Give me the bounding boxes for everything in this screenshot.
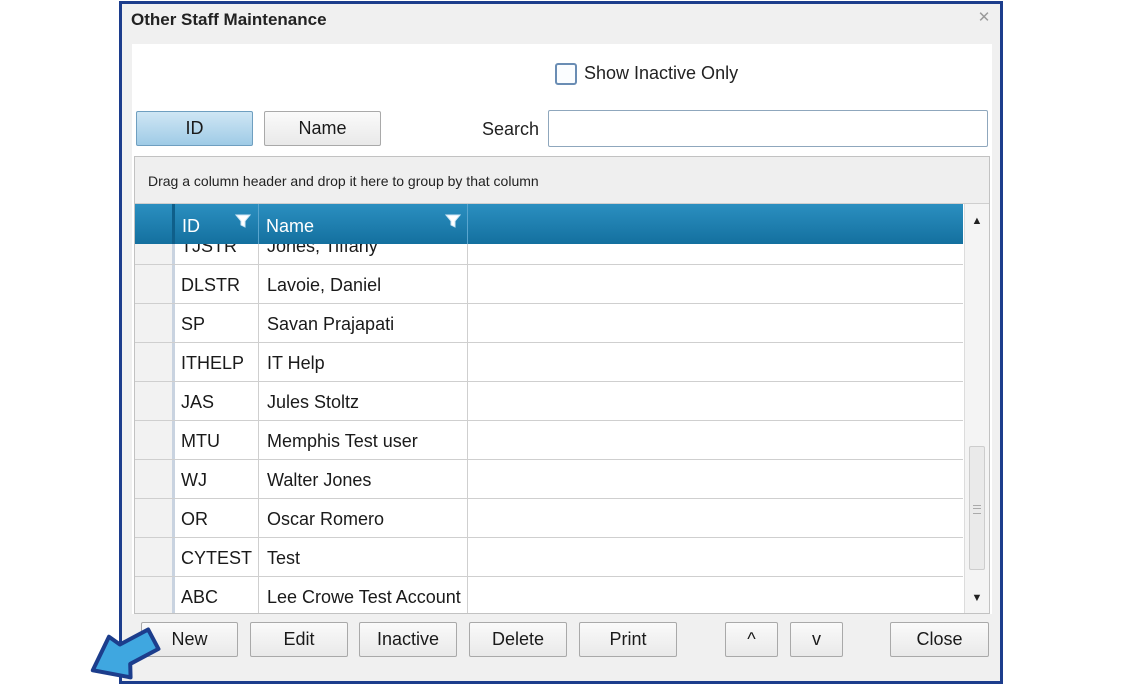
row-indicator[interactable] xyxy=(135,499,175,537)
row-indicator[interactable] xyxy=(135,538,175,576)
cell-id[interactable]: ITHELP xyxy=(175,343,259,381)
table-row[interactable]: SP Savan Prajapati xyxy=(135,304,963,343)
sort-by-id-button[interactable]: ID xyxy=(136,111,253,146)
grid-body: TJSTR Jones, Tiffany DLSTR Lavoie, Danie… xyxy=(135,244,963,613)
scroll-down-icon[interactable]: ▼ xyxy=(965,587,989,609)
cell-name[interactable]: Lee Crowe Test Account xyxy=(259,577,468,613)
move-down-button[interactable]: v xyxy=(790,622,843,657)
cell-id[interactable]: SP xyxy=(175,304,259,342)
row-indicator[interactable] xyxy=(135,304,175,342)
row-indicator[interactable] xyxy=(135,265,175,303)
cell-name[interactable]: Savan Prajapati xyxy=(259,304,468,342)
delete-button[interactable]: Delete xyxy=(469,622,567,657)
column-header-filler xyxy=(468,204,963,244)
show-inactive-checkbox[interactable] xyxy=(555,63,577,85)
row-indicator[interactable] xyxy=(135,382,175,420)
funnel-icon[interactable] xyxy=(235,213,251,229)
title-bar: Other Staff Maintenance ✕ xyxy=(122,4,1000,36)
grid-vertical-scrollbar[interactable]: ▲ ▼ xyxy=(964,204,989,613)
search-input[interactable] xyxy=(548,110,988,147)
group-hint-text: Drag a column header and drop it here to… xyxy=(148,173,539,189)
edit-button[interactable]: Edit xyxy=(250,622,348,657)
cell-name[interactable]: Oscar Romero xyxy=(259,499,468,537)
table-row[interactable]: TJSTR Jones, Tiffany xyxy=(135,244,963,265)
dialog-title: Other Staff Maintenance xyxy=(131,10,327,29)
scroll-up-icon[interactable]: ▲ xyxy=(965,210,989,232)
row-indicator[interactable] xyxy=(135,244,175,264)
grid-header: ID Name xyxy=(135,204,963,244)
cell-name[interactable]: Test xyxy=(259,538,468,576)
funnel-icon[interactable] xyxy=(445,213,461,229)
scrollbar-thumb[interactable] xyxy=(969,446,985,570)
row-indicator[interactable] xyxy=(135,577,175,613)
table-row[interactable]: ITHELP IT Help xyxy=(135,343,963,382)
column-header-name[interactable]: Name xyxy=(259,204,468,244)
close-icon[interactable]: ✕ xyxy=(976,10,992,26)
table-row[interactable]: CYTEST Test xyxy=(135,538,963,577)
arrow-pointer-icon xyxy=(90,627,161,680)
row-indicator[interactable] xyxy=(135,460,175,498)
table-row[interactable]: OR Oscar Romero xyxy=(135,499,963,538)
cell-id[interactable]: JAS xyxy=(175,382,259,420)
staff-grid: Drag a column header and drop it here to… xyxy=(134,156,990,614)
cell-id[interactable]: TJSTR xyxy=(175,244,259,264)
cell-id[interactable]: ABC xyxy=(175,577,259,613)
cell-name[interactable]: Lavoie, Daniel xyxy=(259,265,468,303)
search-label: Search xyxy=(482,119,540,139)
print-button[interactable]: Print xyxy=(579,622,677,657)
table-row[interactable]: MTU Memphis Test user xyxy=(135,421,963,460)
table-row[interactable]: ABC Lee Crowe Test Account xyxy=(135,577,963,613)
table-row[interactable]: JAS Jules Stoltz xyxy=(135,382,963,421)
column-header-id-label: ID xyxy=(182,216,200,236)
row-indicator[interactable] xyxy=(135,343,175,381)
inactive-button[interactable]: Inactive xyxy=(359,622,457,657)
cell-name[interactable]: IT Help xyxy=(259,343,468,381)
cell-name[interactable]: Jules Stoltz xyxy=(259,382,468,420)
cell-name[interactable]: Walter Jones xyxy=(259,460,468,498)
column-header-id[interactable]: ID xyxy=(175,204,259,244)
cell-id[interactable]: WJ xyxy=(175,460,259,498)
cell-id[interactable]: OR xyxy=(175,499,259,537)
row-indicator[interactable] xyxy=(135,421,175,459)
move-up-button[interactable]: ^ xyxy=(725,622,778,657)
cell-id[interactable]: CYTEST xyxy=(175,538,259,576)
row-indicator-header xyxy=(135,204,175,244)
grip-icon xyxy=(973,505,981,514)
sort-by-name-button[interactable]: Name xyxy=(264,111,381,146)
dialog-window: Other Staff Maintenance ✕ Show Inactive … xyxy=(119,1,1003,684)
table-row[interactable]: WJ Walter Jones xyxy=(135,460,963,499)
cell-name[interactable]: Jones, Tiffany xyxy=(259,244,468,264)
group-by-panel[interactable]: Drag a column header and drop it here to… xyxy=(135,157,989,204)
cell-name[interactable]: Memphis Test user xyxy=(259,421,468,459)
column-header-name-label: Name xyxy=(266,216,315,236)
cell-id[interactable]: DLSTR xyxy=(175,265,259,303)
dialog-content: Show Inactive Only ID Name Search Drag a… xyxy=(132,44,992,614)
show-inactive-label[interactable]: Show Inactive Only xyxy=(584,63,738,84)
table-row[interactable]: DLSTR Lavoie, Daniel xyxy=(135,265,963,304)
cell-id[interactable]: MTU xyxy=(175,421,259,459)
close-button[interactable]: Close xyxy=(890,622,989,657)
